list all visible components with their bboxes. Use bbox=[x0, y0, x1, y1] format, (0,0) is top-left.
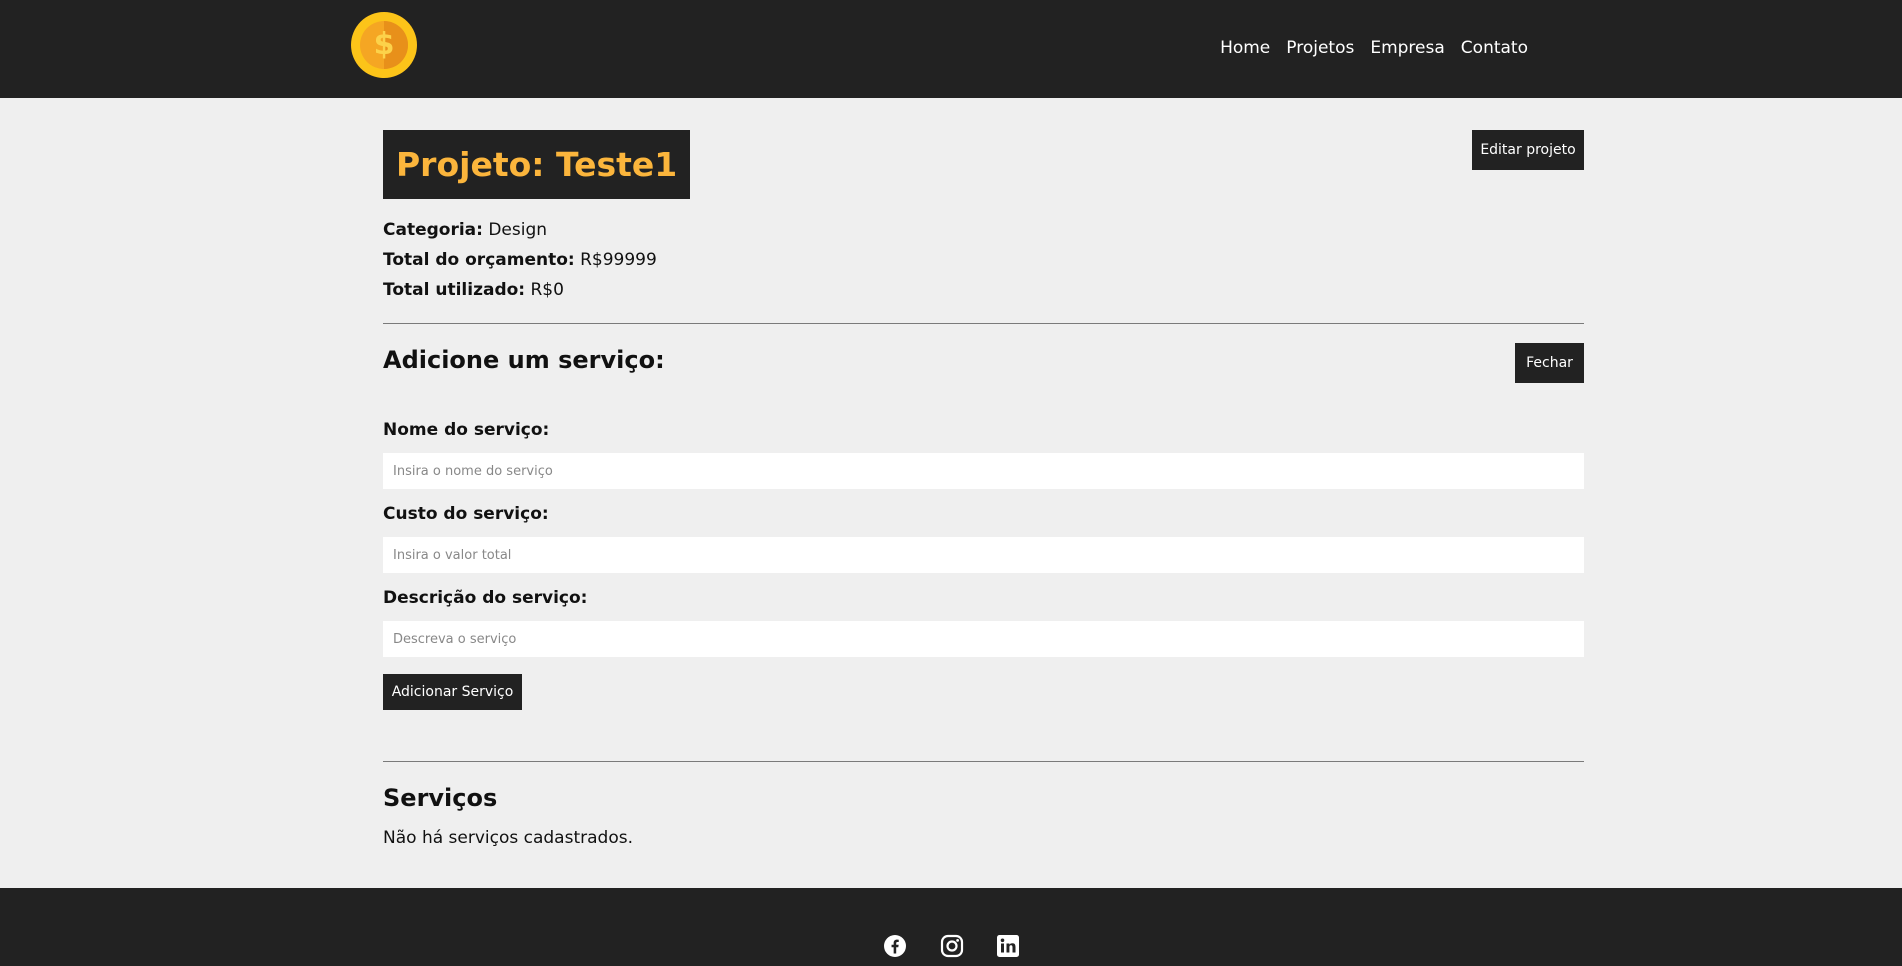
service-cost-label: Custo do serviço: bbox=[383, 504, 549, 524]
dollar-icon: $ bbox=[373, 27, 395, 62]
used-row: Total utilizado: R$0 bbox=[383, 275, 657, 305]
coin-inner: $ bbox=[360, 21, 408, 69]
project-title-box: Projeto: Teste1 bbox=[383, 130, 691, 199]
budget-row: Total do orçamento: R$99999 bbox=[383, 245, 657, 275]
facebook-icon[interactable] bbox=[883, 934, 907, 958]
nav-link-contato[interactable]: Contato bbox=[1453, 36, 1536, 60]
service-description-input[interactable] bbox=[383, 621, 1584, 657]
nav-link-projetos[interactable]: Projetos bbox=[1278, 36, 1362, 60]
instagram-icon[interactable] bbox=[940, 934, 964, 958]
add-service-button[interactable]: Adicionar Serviço bbox=[383, 674, 522, 710]
nav-link-home[interactable]: Home bbox=[1212, 36, 1278, 60]
close-form-button[interactable]: Fechar bbox=[1515, 343, 1584, 383]
budget-value: R$99999 bbox=[580, 250, 657, 270]
project-info: Categoria: Design Total do orçamento: R$… bbox=[383, 215, 657, 305]
footer bbox=[0, 888, 1902, 966]
used-label: Total utilizado: bbox=[383, 280, 526, 300]
service-name-input[interactable] bbox=[383, 453, 1584, 489]
used-value: R$0 bbox=[530, 280, 564, 300]
project-title: Projeto: Teste1 bbox=[396, 145, 678, 184]
category-label: Categoria: bbox=[383, 220, 483, 240]
edit-project-button[interactable]: Editar projeto bbox=[1472, 130, 1584, 170]
navbar: $ Home Projetos Empresa Contato bbox=[0, 0, 1902, 98]
service-name-label: Nome do serviço: bbox=[383, 420, 550, 440]
services-heading: Serviços bbox=[383, 784, 498, 812]
coin-logo[interactable]: $ bbox=[351, 12, 417, 78]
service-description-label: Descrição do serviço: bbox=[383, 588, 588, 608]
add-service-heading: Adicione um serviço: bbox=[383, 346, 665, 374]
services-empty-message: Não há serviços cadastrados. bbox=[383, 828, 633, 848]
category-row: Categoria: Design bbox=[383, 215, 657, 245]
budget-label: Total do orçamento: bbox=[383, 250, 575, 270]
divider bbox=[383, 323, 1584, 324]
divider bbox=[383, 761, 1584, 762]
nav-menu: Home Projetos Empresa Contato bbox=[1212, 36, 1536, 60]
category-value: Design bbox=[488, 220, 548, 240]
linkedin-icon[interactable] bbox=[996, 934, 1020, 958]
service-cost-input[interactable] bbox=[383, 537, 1584, 573]
nav-link-empresa[interactable]: Empresa bbox=[1362, 36, 1452, 60]
